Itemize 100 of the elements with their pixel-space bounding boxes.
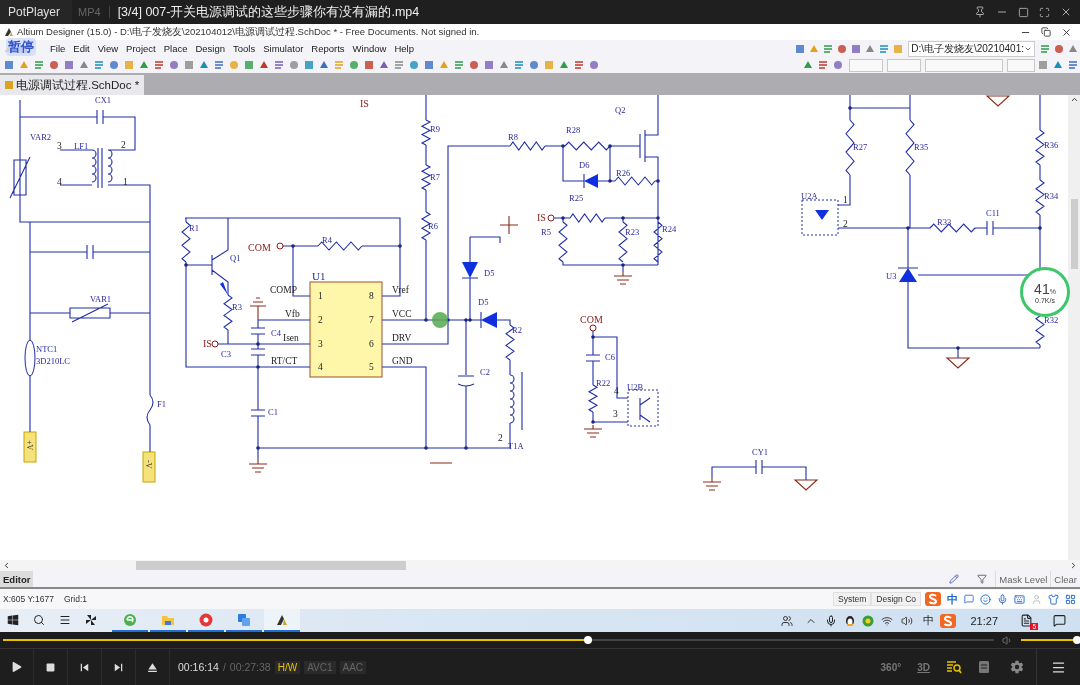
view-mode-button[interactable]: 360° [880, 661, 902, 673]
menu-item[interactable]: Simulator [259, 43, 308, 54]
close-icon[interactable] [1060, 6, 1072, 18]
menu-item[interactable]: File [46, 43, 70, 54]
document-icon[interactable] [978, 660, 990, 674]
menu-item[interactable]: Place [159, 43, 192, 54]
tool-icon[interactable] [348, 59, 360, 71]
tray-app-icon[interactable] [862, 614, 875, 627]
vertical-scrollbar[interactable] [1068, 95, 1080, 560]
path-dropdown[interactable]: D:\电子发烧友\20210401: [908, 40, 1035, 57]
panel-button[interactable]: Clear [1050, 571, 1080, 587]
tool-icon[interactable] [878, 42, 891, 55]
menu-item[interactable]: Reports [307, 43, 349, 54]
tool-icon[interactable] [836, 42, 849, 55]
seek-thumb[interactable] [583, 636, 592, 644]
input-language-button[interactable]: 中 [923, 613, 935, 628]
restore-icon[interactable] [1041, 27, 1051, 37]
view-mode-button[interactable]: 3D [917, 661, 930, 673]
menu-item[interactable]: Edit [69, 43, 94, 54]
tool-icon[interactable] [138, 59, 150, 71]
notes-icon[interactable] [1020, 614, 1033, 627]
scroll-right-icon[interactable] [1069, 561, 1078, 570]
tool-icon[interactable] [303, 59, 315, 71]
tool-icon[interactable] [558, 59, 570, 71]
punctuation-icon[interactable] [964, 594, 974, 604]
people-icon[interactable] [781, 614, 794, 627]
panel-button[interactable]: Mask Level [995, 571, 1051, 587]
tool-icon[interactable] [850, 42, 863, 55]
tool-icon[interactable] [168, 59, 180, 71]
tool-icon[interactable] [483, 59, 495, 71]
tool-icon[interactable] [363, 59, 375, 71]
menu-item[interactable]: Window [348, 43, 391, 54]
maximize-icon[interactable] [1018, 6, 1029, 18]
dropdown-field[interactable] [849, 58, 883, 72]
tool-icon[interactable] [832, 59, 844, 71]
tool-icon[interactable] [468, 59, 480, 71]
tool-icon[interactable] [513, 59, 525, 71]
tool-icon[interactable] [243, 59, 255, 71]
close-icon[interactable] [1061, 26, 1072, 38]
menu-item[interactable]: Tools [229, 43, 260, 54]
taskbar-app[interactable] [264, 609, 300, 632]
status-tab[interactable]: System [832, 592, 872, 606]
panel-tab[interactable]: Editor [0, 571, 34, 587]
pencil-icon[interactable] [949, 574, 960, 584]
scroll-up-icon[interactable] [1069, 95, 1079, 104]
tool-icon[interactable] [588, 59, 600, 71]
tool-icon[interactable] [318, 59, 330, 71]
status-tab[interactable]: Design Co [871, 592, 921, 606]
tool-icon[interactable] [1053, 42, 1065, 55]
emoji-icon[interactable] [980, 593, 991, 605]
tool-icon[interactable] [108, 59, 120, 71]
tool-icon[interactable] [794, 42, 807, 55]
tool-icon[interactable] [213, 59, 225, 71]
tool-icon[interactable] [63, 59, 75, 71]
keyboard-icon[interactable] [1014, 593, 1025, 605]
action-center-icon[interactable] [1053, 614, 1066, 627]
menu-item[interactable]: Design [191, 43, 230, 54]
tool-icon[interactable] [273, 59, 285, 71]
tool-icon[interactable] [48, 59, 60, 71]
tool-icon[interactable] [423, 59, 435, 71]
ime-mode-button[interactable]: 中 [947, 591, 958, 607]
filter-icon[interactable] [977, 574, 988, 584]
playlist-search-icon[interactable] [946, 660, 962, 674]
tool-icon[interactable] [408, 59, 420, 71]
tool-icon[interactable] [378, 59, 390, 71]
penguin-icon[interactable] [844, 614, 857, 627]
scroll-left-icon[interactable] [2, 561, 11, 570]
tool-icon[interactable] [198, 59, 210, 71]
volume-icon[interactable] [901, 614, 914, 627]
document-tab[interactable]: 电源调试过程.SchDoc * [0, 75, 145, 95]
menu-icon[interactable] [1051, 659, 1066, 675]
tool-icon[interactable] [258, 59, 270, 71]
volume-thumb[interactable] [1073, 636, 1080, 644]
tool-icon[interactable] [3, 59, 15, 71]
wifi-icon[interactable] [881, 614, 894, 627]
player-menu-button[interactable]: PotPlayer [0, 0, 72, 24]
tool-icon[interactable] [1067, 59, 1079, 71]
dropdown-field[interactable] [925, 58, 1003, 72]
grid-icon[interactable] [1065, 593, 1076, 605]
shirt-icon[interactable] [1048, 593, 1059, 605]
settings-icon[interactable] [1010, 660, 1024, 674]
tool-icon[interactable] [93, 59, 105, 71]
dropdown-field[interactable] [1007, 58, 1035, 72]
tool-icon[interactable] [817, 59, 829, 71]
tool-icon[interactable] [528, 59, 540, 71]
tool-icon[interactable] [1052, 59, 1064, 71]
dropdown-field[interactable] [887, 58, 921, 72]
scroll-thumb[interactable] [1070, 199, 1078, 269]
menu-item[interactable]: Project [122, 43, 160, 54]
fullscreen-icon[interactable] [1039, 6, 1050, 18]
tool-icon[interactable] [802, 59, 814, 71]
microphone-icon[interactable] [825, 614, 838, 627]
menu-item[interactable]: View [93, 43, 123, 54]
scroll-thumb[interactable] [136, 561, 406, 570]
pin-icon[interactable] [974, 6, 986, 18]
menu-item[interactable]: Help [390, 43, 418, 54]
tool-icon[interactable] [498, 59, 510, 71]
tool-icon[interactable] [153, 59, 165, 71]
tool-icon[interactable] [573, 59, 585, 71]
tool-icon[interactable] [78, 59, 90, 71]
